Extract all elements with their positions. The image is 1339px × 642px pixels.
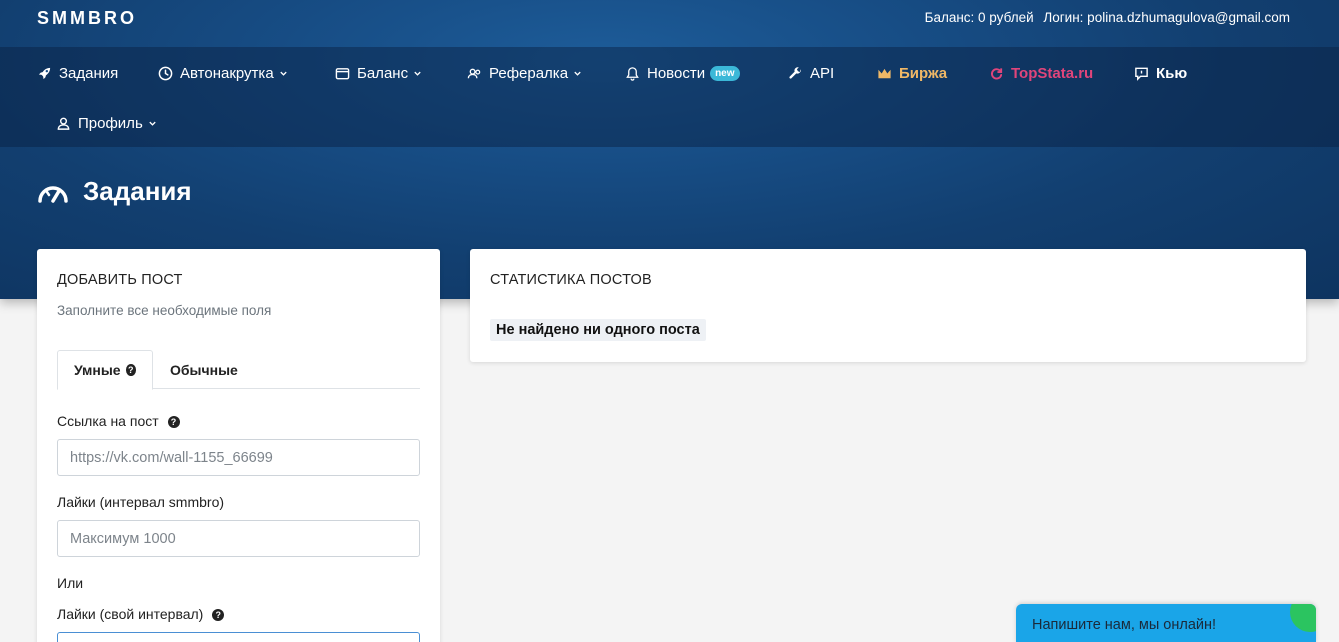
link-label-text: Ссылка на пост (57, 413, 159, 429)
clock-icon (158, 66, 173, 80)
help-icon[interactable]: ? (212, 609, 225, 622)
nav-item-topstata[interactable]: TopStata.ru (989, 61, 1093, 85)
tab-smart[interactable]: Умные ? (57, 350, 153, 390)
nav-item-news[interactable]: Новости new (625, 61, 740, 85)
rocket-icon (38, 67, 51, 79)
nav-item-referral[interactable]: Рефералка (467, 61, 582, 85)
tab-regular-label: Обычные (170, 361, 238, 378)
tab-smart-label: Умные (74, 362, 121, 378)
new-badge: new (710, 65, 740, 81)
nav-item-autopromo[interactable]: Автонакрутка (158, 61, 288, 85)
brand-logo[interactable]: SMMBRO (37, 8, 137, 29)
nav-item-kyu[interactable]: Кью (1134, 61, 1187, 85)
custom-likes-input[interactable] (57, 632, 420, 642)
add-post-card: ДОБАВИТЬ ПОСТ Заполните все необходимые … (37, 249, 440, 642)
wrench-icon (789, 66, 801, 79)
post-stats-title: СТАТИСТИКА ПОСТОВ (490, 272, 652, 288)
balance-text: Баланс: 0 рублей (924, 10, 1034, 25)
refresh-icon (991, 67, 1003, 79)
nav-item-exchange[interactable]: Биржа (877, 61, 947, 85)
chevron-down-icon (279, 71, 287, 76)
help-icon[interactable]: ? (167, 416, 180, 429)
gauge-icon (38, 185, 68, 203)
nav-label-exchange: Биржа (899, 64, 948, 82)
live-chat-widget[interactable]: Напишите нам, мы онлайн! (1016, 604, 1316, 642)
wallet-icon (335, 67, 350, 79)
nav-item-tasks[interactable]: Задания (37, 61, 118, 85)
likes-input[interactable] (57, 520, 420, 557)
nav-label-referral: Рефералка (489, 64, 569, 82)
user-icon (57, 117, 70, 130)
users-icon (467, 68, 481, 78)
nav-label-profile: Профиль (78, 114, 143, 132)
chat-widget-text: Напишите нам, мы онлайн! (1032, 617, 1217, 633)
nav-label-api: API (810, 64, 835, 82)
page-title: Задания (37, 176, 192, 207)
likes-field-label: Лайки (интервал smmbro) (57, 494, 225, 510)
page-title-text: Задания (83, 176, 192, 206)
or-text: Или (57, 575, 84, 591)
add-post-subtitle: Заполните все необходимые поля (57, 303, 272, 318)
nav-label-news: Новости (647, 64, 706, 82)
mode-tabs: Умные ? Обычные (57, 350, 420, 390)
top-account-info: Баланс: 0 рублей Логин: polina.dzhumagul… (919, 10, 1290, 25)
chevron-down-icon (574, 71, 581, 76)
empty-state-text: Не найдено ни одного поста (490, 319, 706, 341)
tab-regular[interactable]: Обычные (154, 350, 254, 389)
nav-label-kyu: Кью (1156, 64, 1188, 82)
nav-label-tasks: Задания (59, 64, 119, 82)
chevron-down-icon (414, 71, 421, 76)
post-link-input[interactable] (57, 439, 420, 476)
post-stats-card: СТАТИСТИКА ПОСТОВ Не найдено ни одного п… (470, 249, 1306, 362)
help-icon[interactable]: ? (125, 364, 136, 376)
nav-label-topstata: TopStata.ru (1011, 64, 1094, 82)
crown-icon (878, 68, 891, 78)
nav-item-api[interactable]: API (788, 61, 834, 85)
bell-icon (626, 66, 639, 81)
custom-likes-label-text: Лайки (свой интервал) (57, 606, 204, 622)
login-text: Логин: polina.dzhumagulova@gmail.com (1043, 10, 1290, 25)
add-post-title: ДОБАВИТЬ ПОСТ (57, 272, 183, 288)
chevron-down-icon (149, 121, 156, 126)
nav-label-autopromo: Автонакрутка (180, 64, 274, 82)
custom-likes-field-label: Лайки (свой интервал) ? (57, 606, 225, 622)
nav-label-balance: Баланс (357, 64, 409, 82)
chat-icon (1135, 67, 1148, 81)
nav-item-profile[interactable]: Профиль (56, 111, 157, 135)
nav-item-balance[interactable]: Баланс (335, 61, 422, 85)
online-status-indicator (1290, 604, 1316, 632)
link-field-label: Ссылка на пост ? (57, 413, 180, 429)
